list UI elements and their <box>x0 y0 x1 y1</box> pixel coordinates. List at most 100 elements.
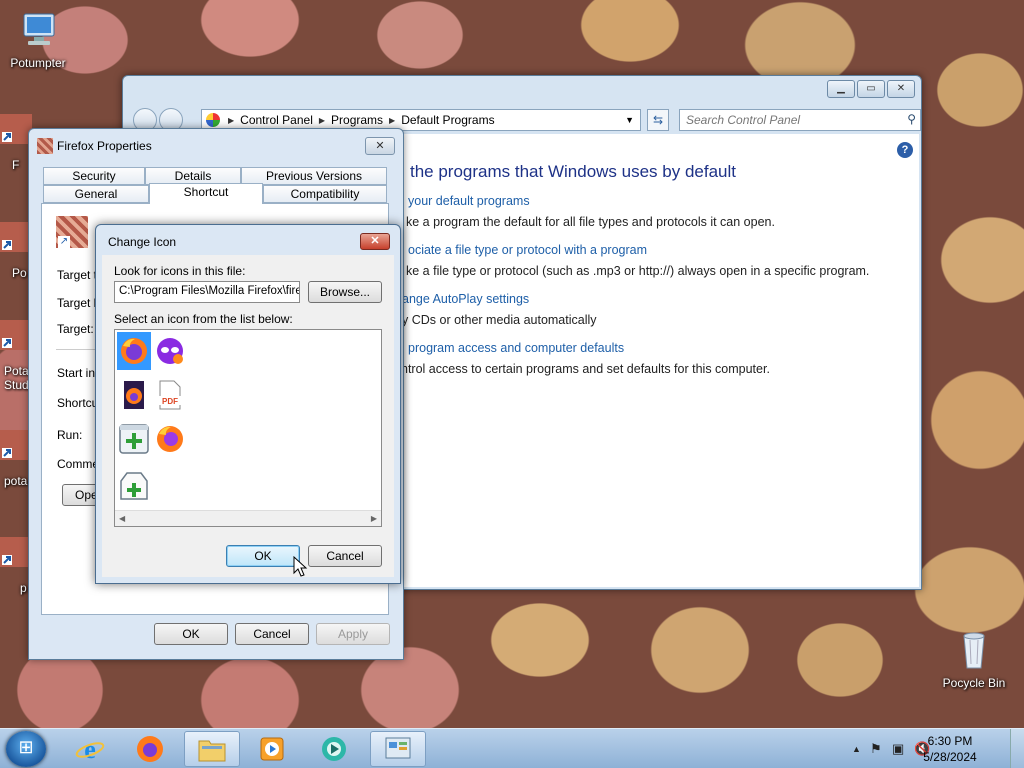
firefox-icon <box>137 736 163 762</box>
taskbar: e ▲ ⚑ ▣ 🔇 6:30 PM 5/28/2024 <box>0 728 1024 768</box>
chevron-down-icon[interactable]: ▼ <box>625 115 634 125</box>
taskbar-firefox[interactable] <box>122 731 178 767</box>
link-associate-file-type[interactable]: ociate a file type or protocol with a pr… <box>408 243 647 257</box>
look-for-icons-label: Look for icons in this file: <box>114 264 246 278</box>
desktop-icon-potumpter[interactable]: Potumpter <box>0 10 76 70</box>
ok-button[interactable]: OK <box>226 545 300 567</box>
clock[interactable]: 6:30 PM 5/28/2024 <box>920 733 980 765</box>
apply-button[interactable]: Apply <box>316 623 390 645</box>
computer-icon <box>23 13 55 45</box>
field-label: Run: <box>57 428 83 442</box>
description: ntrol access to certain programs and set… <box>401 362 770 376</box>
mouse-cursor-icon <box>293 556 308 577</box>
maximize-button[interactable]: ▭ <box>857 80 885 98</box>
control-panel-icon <box>206 113 220 127</box>
change-icon-dialog: Change Icon ✕ Look for icons in this fil… <box>95 224 401 584</box>
icon-file-path-input[interactable]: C:\Program Files\Mozilla Firefox\firefox… <box>114 281 300 303</box>
action-center-icon[interactable]: ⚑ <box>870 741 882 757</box>
icon-option-new-window[interactable] <box>117 420 151 458</box>
field-label: Target: <box>57 322 94 336</box>
icon-option-firefox-document[interactable] <box>117 376 151 414</box>
close-button[interactable]: ✕ <box>365 137 395 155</box>
network-icon[interactable]: ▣ <box>892 741 904 757</box>
icon-option-pdf[interactable]: PDF <box>153 376 187 414</box>
private-browsing-icon <box>157 338 183 364</box>
help-icon[interactable]: ? <box>897 142 913 158</box>
shortcut-icon <box>56 216 88 248</box>
search-input[interactable]: Search Control Panel ⚲ <box>679 109 921 131</box>
chevron-right-icon[interactable]: ▶ <box>228 116 234 125</box>
cancel-button[interactable]: Cancel <box>308 545 382 567</box>
taskbar-internet-explorer[interactable]: e <box>62 731 118 767</box>
tab-shortcut[interactable]: Shortcut <box>149 183 263 204</box>
desktop: Potumpter F Po Pota Stud pota p Pocycle … <box>0 0 1024 728</box>
chevron-right-icon[interactable]: ▶ <box>319 116 325 125</box>
firefox-icon <box>157 426 183 452</box>
icon-list[interactable]: PDF ◀ ▶ <box>114 329 382 527</box>
pdf-document-icon: PDF <box>159 380 181 410</box>
show-hidden-icons-icon[interactable]: ▲ <box>852 744 861 754</box>
cancel-button[interactable]: Cancel <box>235 623 309 645</box>
icon-option-new-tab[interactable] <box>117 466 151 504</box>
messenger-icon <box>322 737 346 761</box>
description: ke a program the default for all file ty… <box>406 215 775 229</box>
description: ke a file type or protocol (such as .mp3… <box>406 264 870 278</box>
control-panel-titlebar[interactable]: ▁ ▭ ✕ <box>123 76 921 106</box>
scroll-left-icon[interactable]: ◀ <box>119 514 125 523</box>
search-placeholder: Search Control Panel <box>686 113 801 127</box>
tab-security[interactable]: Security <box>43 167 145 185</box>
link-program-access[interactable]: program access and computer defaults <box>408 341 624 355</box>
folder-icon <box>198 740 226 762</box>
link-set-default-programs[interactable]: your default programs <box>408 194 530 208</box>
start-button[interactable] <box>6 731 46 767</box>
pdf-label: PDF <box>162 397 178 406</box>
icon-option-firefox[interactable] <box>117 332 151 370</box>
select-icon-label: Select an icon from the list below: <box>114 312 293 326</box>
chevron-right-icon[interactable]: ▶ <box>389 116 395 125</box>
breadcrumb-programs[interactable]: Programs <box>331 113 383 127</box>
new-tab-icon <box>120 472 148 500</box>
scroll-right-icon[interactable]: ▶ <box>371 514 377 523</box>
taskbar-media-player[interactable] <box>244 731 300 767</box>
taskbar-control-panel[interactable] <box>370 731 426 767</box>
show-desktop-button[interactable] <box>1010 729 1024 768</box>
clock-time: 6:30 PM <box>927 734 973 748</box>
clock-date: 5/28/2024 <box>923 750 977 764</box>
minimize-button[interactable]: ▁ <box>827 80 855 98</box>
page-title: the programs that Windows uses by defaul… <box>410 162 736 181</box>
field-label: Start in: <box>57 366 99 380</box>
taskbar-app[interactable] <box>306 731 362 767</box>
icon-option-private-browsing[interactable] <box>153 332 187 370</box>
internet-explorer-icon: e <box>75 735 105 764</box>
refresh-button[interactable]: ⇆ <box>647 109 669 131</box>
browse-button[interactable]: Browse... <box>308 281 382 303</box>
svg-text:e: e <box>84 735 96 764</box>
desktop-icon-label: Pocycle Bin <box>942 676 1006 690</box>
dialog-title: Change Icon <box>108 235 177 249</box>
breadcrumb-control-panel[interactable]: Control Panel <box>240 113 313 127</box>
new-window-icon <box>119 424 149 454</box>
close-button[interactable]: ✕ <box>887 80 915 98</box>
description: y CDs or other media automatically <box>402 313 597 327</box>
window-title: Firefox Properties <box>57 139 152 153</box>
media-player-icon <box>260 737 284 761</box>
change-icon-body: Look for icons in this file: C:\Program … <box>102 255 394 577</box>
desktop-icon-label: Potumpter <box>10 56 66 70</box>
recycle-bin-icon <box>963 632 985 669</box>
close-button[interactable]: ✕ <box>360 233 390 250</box>
control-panel-icon <box>385 737 411 759</box>
link-autoplay-settings[interactable]: ange AutoPlay settings <box>402 292 529 306</box>
search-icon: ⚲ <box>907 112 916 126</box>
tab-general[interactable]: General <box>43 185 149 203</box>
firefox-document-icon <box>124 381 144 409</box>
desktop-icon-recycle-bin[interactable]: Pocycle Bin <box>936 630 1012 690</box>
potato-image-icon <box>37 138 53 154</box>
taskbar-file-explorer[interactable] <box>184 731 240 767</box>
system-tray: ▲ ⚑ ▣ 🔇 6:30 PM 5/28/2024 <box>824 729 1024 768</box>
horizontal-scrollbar[interactable]: ◀ ▶ <box>115 510 381 526</box>
firefox-icon <box>121 338 147 364</box>
icon-option-firefox-alt[interactable] <box>153 420 187 458</box>
ok-button[interactable]: OK <box>154 623 228 645</box>
breadcrumb-default-programs[interactable]: Default Programs <box>401 113 494 127</box>
tab-compatibility[interactable]: Compatibility <box>263 185 387 203</box>
